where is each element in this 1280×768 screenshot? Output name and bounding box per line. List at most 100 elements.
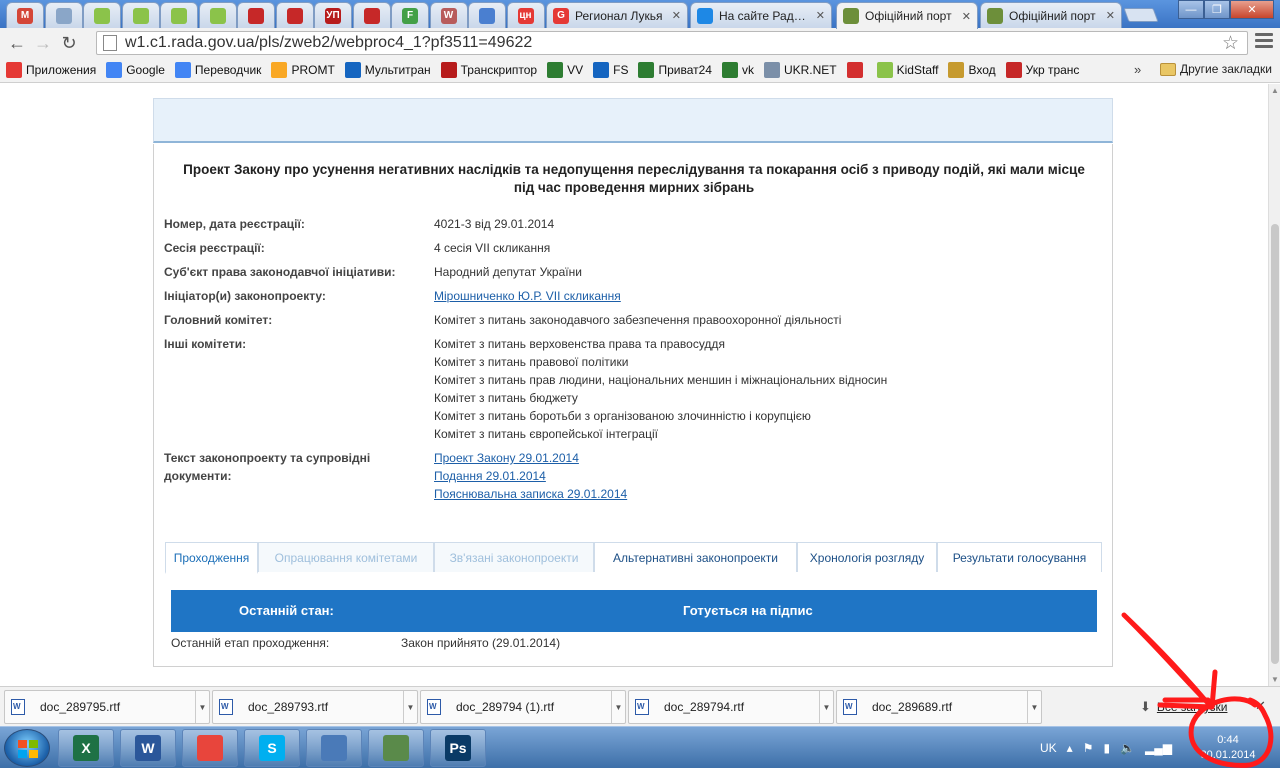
download-menu-icon[interactable]: ▼ [403, 691, 417, 723]
tray-expand-icon[interactable]: ▴ [1067, 741, 1073, 755]
pinned-tab[interactable] [237, 2, 275, 28]
scroll-down-icon[interactable]: ▼ [1271, 675, 1279, 684]
address-bar[interactable]: w1.c1.rada.gov.ua/pls/zweb2/webproc4_1?p… [96, 31, 1248, 55]
bookmark-item[interactable]: FS [593, 62, 628, 78]
session-label: Сесія реєстрації: [164, 241, 265, 255]
pinned-tab[interactable] [160, 2, 198, 28]
bookmark-item[interactable]: Вход [948, 62, 996, 78]
bookmark-item[interactable]: VV [547, 62, 583, 78]
minimize-button[interactable]: — [1178, 0, 1204, 19]
download-item[interactable]: doc_289793.rtf ▼ [212, 690, 418, 724]
bookmark-item[interactable]: Google [106, 62, 165, 78]
start-button[interactable] [4, 729, 50, 767]
bookmark-item[interactable]: Приват24 [638, 62, 712, 78]
page-scrollbar[interactable]: ▲ ▼ [1268, 84, 1280, 686]
tab-chronology[interactable]: Хронологія розгляду [797, 542, 937, 572]
new-tab-button[interactable] [1123, 8, 1159, 22]
network-icon[interactable]: ▂▄▆ [1145, 741, 1172, 755]
bill-text-link[interactable]: Проект Закону 29.01.2014 [434, 451, 579, 465]
scroll-up-icon[interactable]: ▲ [1271, 86, 1279, 95]
forward-button[interactable]: → [30, 30, 56, 56]
browser-tab[interactable]: На сайте Рады о ✕ [690, 2, 832, 28]
download-menu-icon[interactable]: ▼ [819, 691, 833, 723]
tab-progress[interactable]: Проходження [165, 542, 258, 574]
chrome-menu-button[interactable] [1255, 33, 1273, 48]
close-tab-icon[interactable]: ✕ [672, 9, 681, 22]
bookmark-item[interactable]: vk [721, 62, 754, 78]
language-indicator[interactable]: UK [1040, 741, 1057, 755]
taskbar-app[interactable]: Ps [430, 729, 486, 767]
taskbar-app[interactable]: X [58, 729, 114, 767]
session-value: 4 сесія VII скликання [434, 241, 551, 255]
taskbar-app[interactable]: W [120, 729, 176, 767]
bookmark-item[interactable]: KidStaff [876, 62, 938, 78]
pinned-tab[interactable]: M [6, 2, 44, 28]
download-item[interactable]: doc_289689.rtf ▼ [836, 690, 1042, 724]
bookmark-item[interactable]: Переводчик [174, 62, 261, 78]
download-item[interactable]: doc_289794 (1).rtf ▼ [420, 690, 626, 724]
word-icon: W [135, 735, 161, 761]
tab-voting-results[interactable]: Результати голосування [937, 542, 1102, 572]
tab-alternative-bills[interactable]: Альтернативні законопроекти [594, 542, 797, 572]
download-menu-icon[interactable]: ▼ [1027, 691, 1041, 723]
tab-committee-processing[interactable]: Опрацювання комітетами [258, 542, 434, 572]
taskbar-app[interactable] [182, 729, 238, 767]
back-button[interactable]: ← [4, 30, 30, 56]
close-tab-icon[interactable]: ✕ [1106, 9, 1115, 22]
tab-strip: M УП F Wцн G Регионал Лукья ✕ На сайте Рады о ✕… [0, 0, 1280, 29]
volume-icon[interactable]: 🔈 [1120, 741, 1135, 755]
device-icon[interactable]: ▮ [1103, 741, 1110, 755]
download-item[interactable]: doc_289794.rtf ▼ [628, 690, 834, 724]
close-shelf-icon[interactable]: ✕ [1255, 698, 1266, 714]
taskbar-app[interactable] [368, 729, 424, 767]
browser-tab[interactable]: G Регионал Лукья ✕ [546, 2, 688, 28]
browser-tab[interactable]: Офіційний порт ✕ [980, 2, 1122, 28]
taskbar-app[interactable]: S [244, 729, 300, 767]
initiator-link[interactable]: Мірошниченко Ю.Р. VII скликання [434, 289, 621, 303]
maximize-button[interactable]: ❐ [1204, 0, 1230, 19]
pinned-tab[interactable]: W [429, 2, 468, 28]
pinned-tab[interactable] [198, 2, 237, 28]
reload-button[interactable]: ↻ [56, 30, 82, 56]
bookmark-label: Вход [968, 63, 996, 77]
pinned-tab[interactable] [275, 2, 314, 28]
other-bookmarks-folder[interactable]: Другие закладки [1160, 62, 1272, 76]
submission-link[interactable]: Подання 29.01.2014 [434, 469, 546, 483]
pinned-tab[interactable]: F [391, 2, 429, 28]
documents-list: Проект Закону 29.01.2014 Подання 29.01.2… [434, 449, 627, 503]
more-bookmarks-button[interactable]: » [1134, 62, 1141, 77]
pinned-tab[interactable] [352, 2, 391, 28]
all-downloads-link[interactable]: Все загрузки [1157, 700, 1228, 714]
all-downloads[interactable]: ⬇ Все загрузки [1140, 699, 1227, 715]
tab-related-bills[interactable]: Зв'язані законопроекти [434, 542, 594, 572]
pinned-tab[interactable] [121, 2, 160, 28]
bookmark-item[interactable]: Мультитран [344, 62, 431, 78]
action-center-icon[interactable]: ⚑ [1083, 741, 1094, 755]
clock[interactable]: 0:44 30.01.2014 [1196, 733, 1260, 763]
bookmark-item[interactable]: Укр транс [1005, 62, 1079, 78]
cart-icon [248, 7, 264, 24]
pinned-tab[interactable] [468, 2, 506, 28]
reg-number-label: Номер, дата реєстрації: [164, 217, 305, 231]
explanatory-note-link[interactable]: Пояснювальна записка 29.01.2014 [434, 487, 627, 501]
bookmark-star-icon[interactable]: ☆ [1222, 32, 1239, 55]
pinned-tab[interactable] [83, 2, 121, 28]
download-menu-icon[interactable]: ▼ [195, 691, 209, 723]
taskbar-app[interactable] [306, 729, 362, 767]
bookmark-item[interactable]: PROMT [271, 62, 335, 78]
pinned-tab[interactable] [44, 2, 83, 28]
close-tab-icon[interactable]: ✕ [816, 9, 825, 22]
browser-tab[interactable]: Офіційний порт ✕ [836, 2, 978, 29]
url-text[interactable]: w1.c1.rada.gov.ua/pls/zweb2/webproc4_1?p… [125, 34, 532, 52]
bookmark-item[interactable]: Транскриптор [440, 62, 537, 78]
bookmark-item[interactable]: UKR.NET [763, 62, 837, 78]
close-window-button[interactable]: ✕ [1230, 0, 1274, 19]
pinned-tab[interactable]: цн [506, 2, 545, 28]
close-tab-icon[interactable]: ✕ [962, 10, 971, 23]
download-menu-icon[interactable]: ▼ [611, 691, 625, 723]
bookmark-item[interactable]: Приложения [6, 62, 96, 78]
download-item[interactable]: doc_289795.rtf ▼ [4, 690, 210, 724]
pinned-tab[interactable]: УП [314, 2, 352, 28]
scroll-thumb[interactable] [1271, 224, 1279, 664]
bookmark-item[interactable] [846, 62, 867, 78]
